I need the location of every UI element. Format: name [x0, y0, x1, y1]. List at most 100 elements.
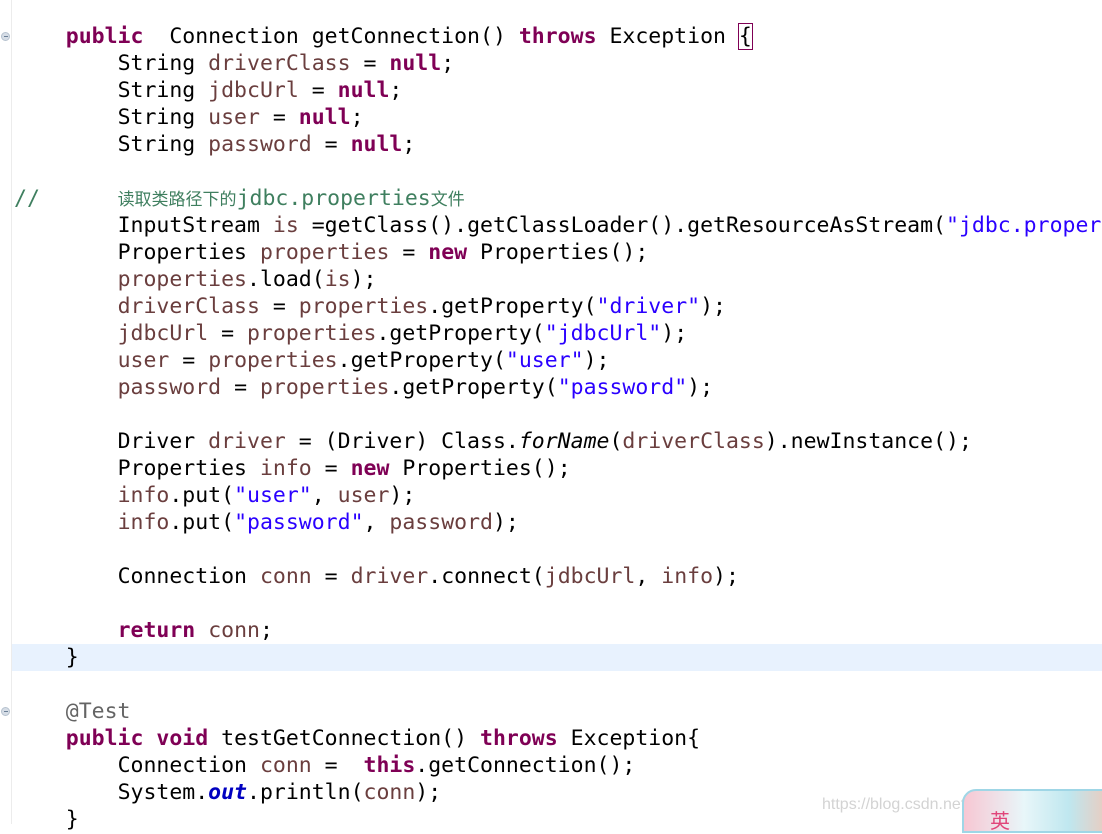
var-token: password: [208, 132, 312, 157]
kw-token: new: [350, 456, 390, 481]
plain-token: Connection getConnection(): [143, 24, 519, 49]
code-line[interactable]: Connection conn = driver.connect(jdbcUrl…: [12, 563, 1102, 590]
plain-token: );: [713, 564, 739, 589]
var-token: properties: [247, 321, 377, 346]
static-token: out: [208, 780, 248, 805]
plain-token: );: [350, 267, 377, 292]
code-line[interactable]: [12, 401, 1102, 428]
plain-token: Driver: [117, 429, 209, 454]
fold-collapse-icon[interactable]: [1, 707, 10, 716]
plain-token: );: [661, 321, 688, 346]
var-token: conn: [363, 780, 416, 805]
cmt-token: jdbc.properties: [236, 186, 431, 211]
var-token: is: [324, 267, 351, 292]
plain-token: );: [415, 780, 442, 805]
plain-token: .getConnection();: [415, 753, 636, 778]
var-token: conn: [259, 753, 312, 778]
code-line[interactable]: driverClass = properties.getProperty("dr…: [12, 293, 1102, 320]
var-token: user: [337, 483, 390, 508]
code-line[interactable]: String user = null;: [12, 104, 1102, 131]
code-line[interactable]: return conn;: [12, 617, 1102, 644]
code-line[interactable]: String driverClass = null;: [12, 50, 1102, 77]
code-line[interactable]: [12, 671, 1102, 698]
var-token: conn: [208, 618, 260, 643]
plain-token: );: [583, 348, 610, 373]
var-token: conn: [259, 564, 312, 589]
plain-token: );: [492, 510, 519, 535]
plain-token: .getProperty(: [428, 294, 597, 319]
code-line[interactable]: user = properties.getProperty("user");: [12, 347, 1102, 374]
code-editor[interactable]: public Connection getConnection() throws…: [12, 23, 1102, 833]
var-token: user: [117, 348, 170, 373]
code-line[interactable]: InputStream is =getClass().getClassLoade…: [12, 212, 1102, 239]
plain-token: ;: [259, 618, 273, 643]
code-line[interactable]: String jdbcUrl = null;: [12, 77, 1102, 104]
plain-token: .put(: [169, 510, 235, 535]
var-token: driverClass: [622, 429, 765, 454]
kw-token: throws: [518, 24, 597, 49]
plain-token: =: [298, 78, 338, 103]
code-line[interactable]: jdbcUrl = properties.getProperty("jdbcUr…: [12, 320, 1102, 347]
fold-collapse-icon[interactable]: [1, 32, 10, 41]
code-line[interactable]: @Test: [12, 698, 1102, 725]
code-line[interactable]: public Connection getConnection() throws…: [12, 23, 1102, 50]
kw-token: public: [65, 726, 144, 751]
kw-token: new: [428, 240, 468, 265]
cmt-token: //: [14, 186, 118, 211]
code-line[interactable]: password = properties.getProperty("passw…: [12, 374, 1102, 401]
code-line[interactable]: }: [12, 644, 1102, 671]
code-line[interactable]: [12, 158, 1102, 185]
plain-token: }: [65, 645, 79, 670]
cmt-cn-token: 文件: [430, 190, 465, 210]
code-line[interactable]: info.put("user", user);: [12, 482, 1102, 509]
ital-token: forName: [518, 429, 610, 454]
code-line[interactable]: public void testGetConnection() throws E…: [12, 725, 1102, 752]
code-line[interactable]: Driver driver = (Driver) Class.forName(d…: [12, 428, 1102, 455]
code-line[interactable]: [12, 590, 1102, 617]
ann-token: @Test: [65, 699, 131, 724]
code-line[interactable]: Properties properties = new Properties()…: [12, 239, 1102, 266]
plain-token: String: [117, 51, 209, 76]
code-line[interactable]: [12, 536, 1102, 563]
kw-token: return: [117, 618, 196, 643]
code-line[interactable]: properties.load(is);: [12, 266, 1102, 293]
code-line[interactable]: // 读取类路径下的jdbc.properties文件: [12, 185, 1102, 212]
var-token: info: [117, 483, 170, 508]
plain-token: );: [389, 483, 416, 508]
code-line[interactable]: String password = null;: [12, 131, 1102, 158]
var-token: is: [272, 213, 299, 238]
plain-token: .load(: [247, 267, 325, 292]
kw-token: void: [156, 726, 209, 751]
plain-token: Properties();: [389, 456, 571, 481]
plain-token: =getClass().getClassLoader().getResource…: [298, 213, 947, 238]
plain-token: =: [389, 240, 429, 265]
plain-token: InputStream: [117, 213, 273, 238]
plain-token: Properties: [117, 456, 260, 481]
str-token: "password": [557, 375, 688, 400]
plain-token: .getProperty(: [389, 375, 558, 400]
var-token: driver: [208, 429, 286, 454]
var-token: properties: [298, 294, 429, 319]
str-token: "user": [234, 483, 312, 508]
plain-token: =: [259, 105, 299, 130]
code-line[interactable]: Connection conn = this.getConnection();: [12, 752, 1102, 779]
var-token: info: [117, 510, 170, 535]
plain-token: .put(: [169, 483, 235, 508]
code-line[interactable]: info.put("password", password);: [12, 509, 1102, 536]
code-line[interactable]: Properties info = new Properties();: [12, 455, 1102, 482]
kw-token: null: [298, 105, 351, 130]
var-token: properties: [117, 267, 248, 292]
